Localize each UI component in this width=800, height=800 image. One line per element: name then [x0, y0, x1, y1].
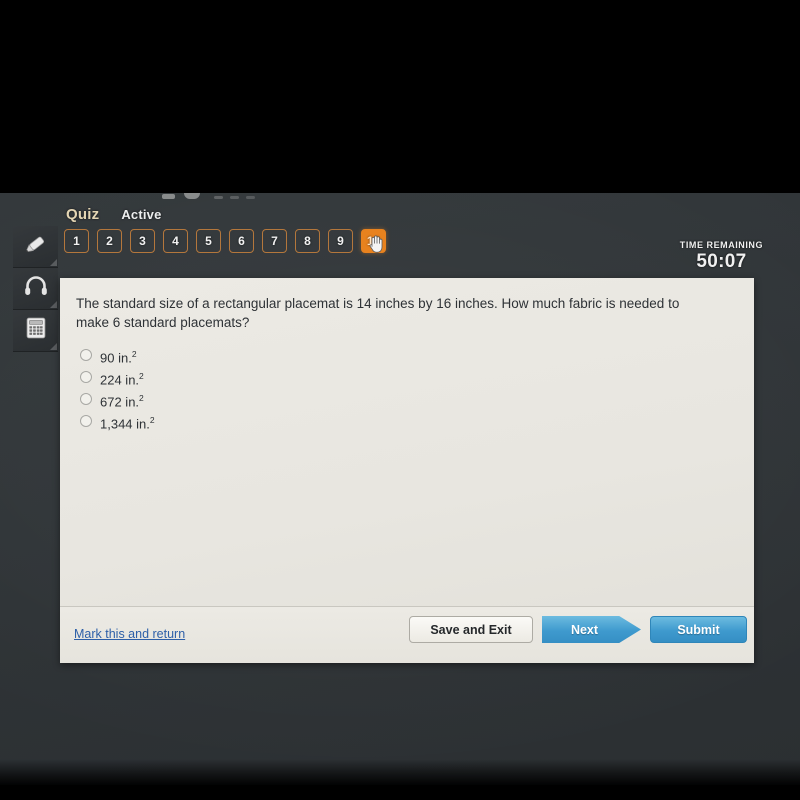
question-number-tabs: 1 2 3 4 5 6 7 8 9 10: [64, 229, 386, 253]
card-footer: Mark this and return Save and Exit Next …: [60, 606, 754, 663]
page-title: Quiz: [66, 206, 100, 223]
tool-button-headphones[interactable]: [13, 268, 58, 310]
answer-option[interactable]: 672 in.2: [80, 388, 155, 410]
answer-option-label: 224 in.2: [100, 371, 144, 388]
calculator-icon: [23, 315, 49, 346]
tool-button-highlighter[interactable]: [13, 226, 58, 268]
question-tab-4[interactable]: 4: [163, 229, 188, 253]
quiz-header: Quiz Active: [66, 206, 162, 223]
headphones-icon: [22, 272, 50, 305]
answer-option-label: 672 in.2: [100, 393, 144, 410]
question-text: The standard size of a rectangular place…: [76, 296, 680, 330]
time-remaining: TIME REMAINING 50:07: [680, 240, 763, 273]
answer-option[interactable]: 90 in.2: [80, 344, 155, 366]
next-button[interactable]: Next: [542, 616, 641, 643]
save-and-exit-button[interactable]: Save and Exit: [409, 616, 533, 643]
quiz-application-screen: Quiz Active 1 2 3 4 5 6 7 8 9 10 TIME RE…: [0, 193, 800, 785]
question-tab-7[interactable]: 7: [262, 229, 287, 253]
question-tab-2[interactable]: 2: [97, 229, 122, 253]
time-remaining-label: TIME REMAINING: [679, 240, 763, 250]
time-remaining-value: 50:07: [696, 251, 747, 272]
question-tab-9[interactable]: 9: [328, 229, 353, 253]
answer-option-label: 1,344 in.2: [100, 415, 155, 432]
tool-button-calculator[interactable]: [13, 310, 58, 352]
question-tab-6[interactable]: 6: [229, 229, 254, 253]
answer-option[interactable]: 224 in.2: [80, 366, 155, 388]
screen-bezel-fade: [0, 759, 800, 785]
radio-button[interactable]: [80, 415, 92, 427]
footer-buttons: Save and Exit Next Submit: [409, 616, 747, 643]
highlighter-icon: [22, 230, 50, 263]
radio-button[interactable]: [80, 349, 92, 361]
status-badge: Active: [121, 207, 162, 222]
hand-pointer-icon: [367, 234, 384, 253]
answer-option[interactable]: 1,344 in.2: [80, 410, 155, 432]
radio-button[interactable]: [80, 393, 92, 405]
photographed-screen-frame: Quiz Active 1 2 3 4 5 6 7 8 9 10 TIME RE…: [0, 0, 800, 800]
answer-option-label: 90 in.2: [100, 349, 137, 366]
submit-button[interactable]: Submit: [650, 616, 747, 643]
mark-this-and-return-link[interactable]: Mark this and return: [74, 627, 185, 641]
question-tab-10[interactable]: 10: [361, 229, 386, 253]
question-card: The standard size of a rectangular place…: [60, 278, 754, 663]
answer-options: 90 in.2 224 in.2 672 in.2 1,344 in.2: [80, 344, 155, 432]
radio-button[interactable]: [80, 371, 92, 383]
question-tab-8[interactable]: 8: [295, 229, 320, 253]
question-tab-3[interactable]: 3: [130, 229, 155, 253]
clipped-header-glyphs: [160, 193, 280, 199]
question-tab-5[interactable]: 5: [196, 229, 221, 253]
question-tab-1[interactable]: 1: [64, 229, 89, 253]
tool-rail: [13, 226, 58, 352]
